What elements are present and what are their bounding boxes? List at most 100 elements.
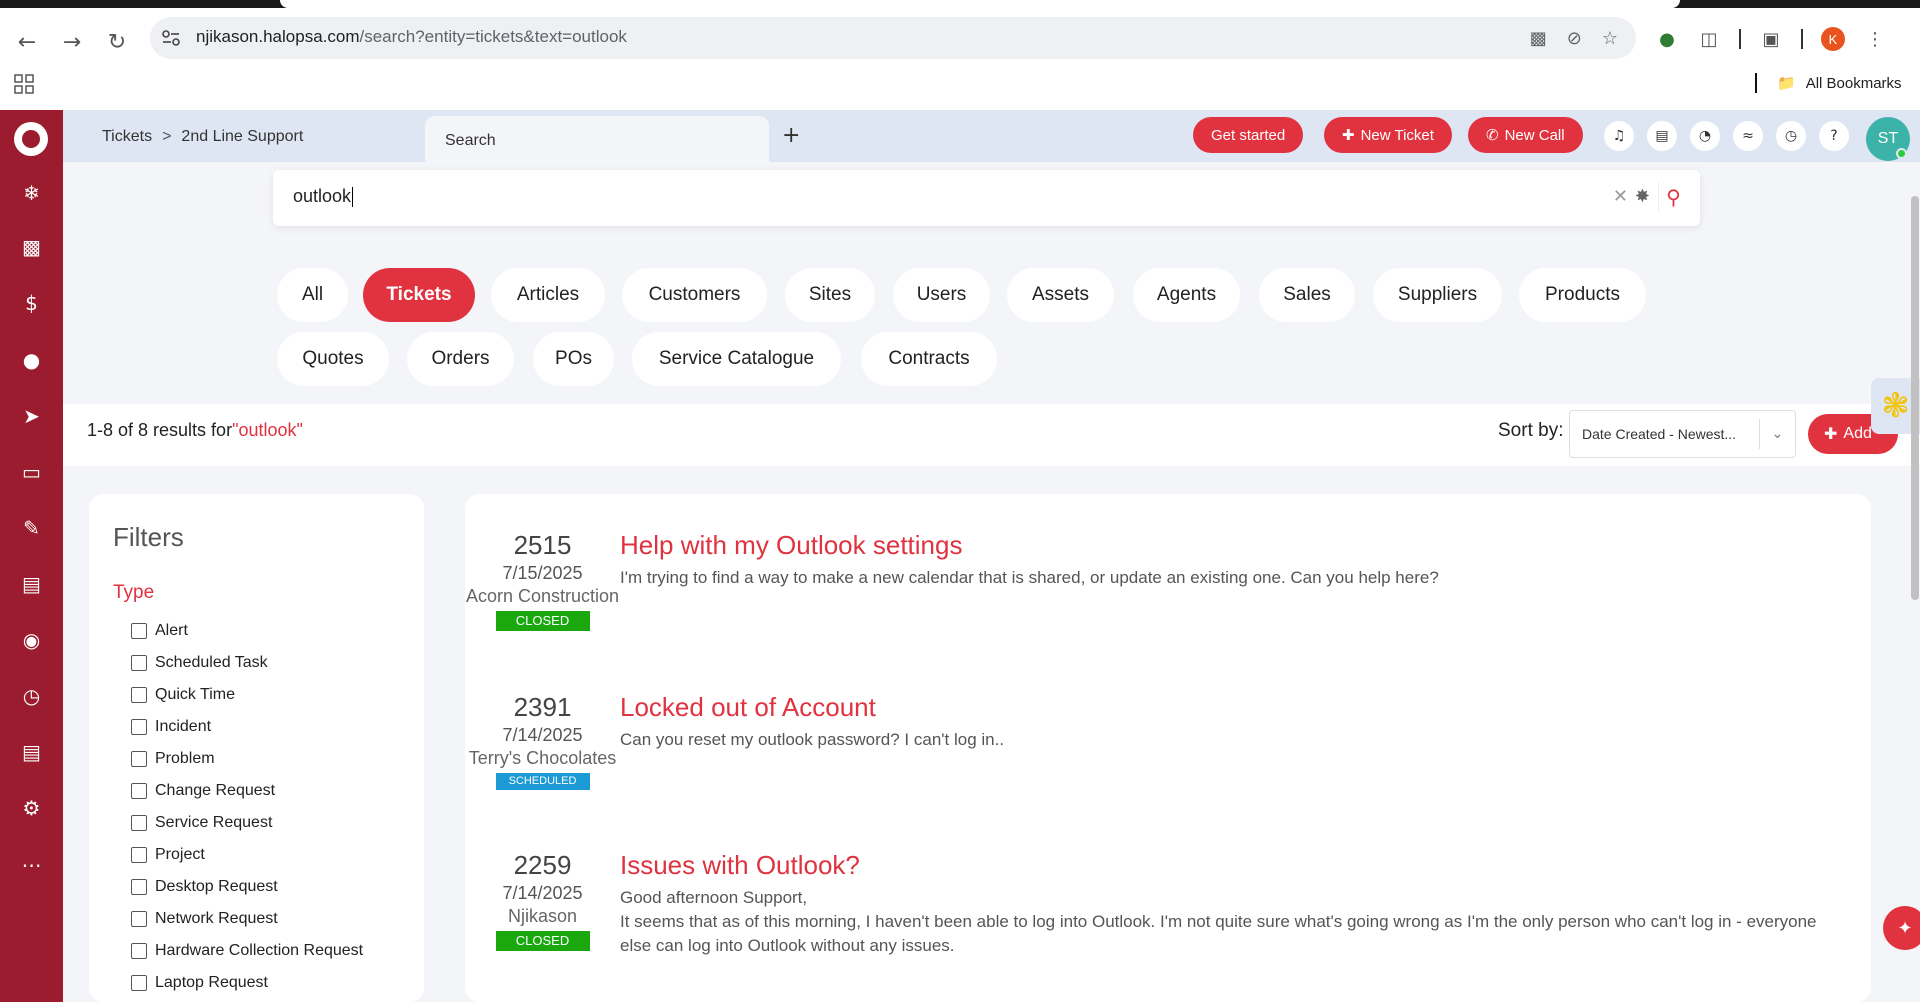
rss-icon[interactable]: ≈ bbox=[1733, 121, 1763, 151]
extensions-puzzle-icon[interactable]: ◫ bbox=[1697, 27, 1721, 51]
checkbox[interactable] bbox=[131, 687, 147, 703]
filter-option[interactable]: Alert bbox=[131, 622, 188, 640]
new-tab-plus-icon[interactable]: + bbox=[782, 123, 800, 148]
history-clock-icon[interactable]: ◷ bbox=[1776, 121, 1806, 151]
checkbox[interactable] bbox=[131, 943, 147, 959]
ticket-title-link[interactable]: Help with my Outlook settings bbox=[620, 530, 962, 561]
document-nav-icon[interactable]: ▤ bbox=[0, 564, 63, 604]
chip-assets[interactable]: Assets bbox=[1007, 268, 1114, 322]
clock-nav-icon[interactable]: ◷ bbox=[0, 676, 63, 716]
back-icon[interactable]: ← bbox=[11, 26, 43, 58]
chip-products[interactable]: Products bbox=[1519, 268, 1646, 322]
app-nav-rail: ❄ ▩ $ ● ➤ ▭ ✎ ▤ ◉ ◷ ▤ ⚙ ⋯ bbox=[0, 110, 63, 1002]
filter-option[interactable]: Project bbox=[131, 846, 205, 864]
extension-green-icon[interactable]: ● bbox=[1655, 27, 1679, 51]
ticket-title-link[interactable]: Issues with Outlook? bbox=[620, 850, 860, 881]
clipboard-icon[interactable]: ▤ bbox=[1647, 121, 1677, 151]
chip-service-catalogue[interactable]: Service Catalogue bbox=[632, 332, 841, 386]
checkbox[interactable] bbox=[131, 975, 147, 991]
checkbox[interactable] bbox=[131, 815, 147, 831]
chip-users[interactable]: Users bbox=[893, 268, 990, 322]
chip-agents[interactable]: Agents bbox=[1133, 268, 1240, 322]
reload-icon[interactable]: ↻ bbox=[101, 26, 133, 58]
breadcrumb-2nd-line-support[interactable]: 2nd Line Support bbox=[181, 128, 303, 145]
tab-search-icon[interactable]: ▣ bbox=[1759, 27, 1783, 51]
bell-icon[interactable]: ♫ bbox=[1604, 121, 1634, 151]
checkbox[interactable] bbox=[131, 783, 147, 799]
chip-suppliers[interactable]: Suppliers bbox=[1373, 268, 1502, 322]
settings-nav-icon[interactable]: ⚙ bbox=[0, 788, 63, 828]
ticket-title-link[interactable]: Locked out of Account bbox=[620, 692, 876, 723]
dollar-nav-icon[interactable]: $ bbox=[0, 283, 63, 323]
chip-sales[interactable]: Sales bbox=[1259, 268, 1355, 322]
tracking-protection-icon[interactable]: ⊘ bbox=[1567, 28, 1582, 49]
bookmark-star-icon[interactable]: ☆ bbox=[1602, 28, 1618, 49]
sort-dropdown[interactable]: Date Created - Newest... ⌄ bbox=[1569, 410, 1796, 458]
more-nav-icon[interactable]: ⋯ bbox=[0, 845, 63, 885]
laptop-nav-icon[interactable]: ▭ bbox=[0, 452, 63, 492]
tickets-nav-icon[interactable]: ❄ bbox=[0, 173, 63, 213]
chip-articles[interactable]: Articles bbox=[491, 268, 605, 322]
report-nav-icon[interactable]: ▤ bbox=[0, 732, 63, 772]
chip-sites[interactable]: Sites bbox=[785, 268, 875, 322]
checkbox[interactable] bbox=[131, 911, 147, 927]
get-started-button[interactable]: Get started bbox=[1193, 117, 1304, 153]
breadcrumb-tickets[interactable]: Tickets bbox=[102, 128, 152, 145]
filter-option[interactable]: Desktop Request bbox=[131, 878, 278, 896]
address-bar[interactable]: njikason.halopsa.com/search?entity=ticke… bbox=[150, 17, 1636, 59]
results-list: 2515 7/15/2025 Acorn Construction CLOSED… bbox=[465, 494, 1871, 1002]
filter-option[interactable]: Network Request bbox=[131, 910, 278, 928]
forward-icon[interactable]: → bbox=[56, 26, 88, 58]
checkbox[interactable] bbox=[131, 655, 147, 671]
apps-grid-icon[interactable] bbox=[14, 74, 34, 94]
profile-avatar[interactable]: K bbox=[1821, 27, 1845, 51]
ticket-id: 2515 bbox=[513, 530, 572, 560]
new-call-button[interactable]: ✆ New Call bbox=[1468, 117, 1583, 153]
halo-logo[interactable] bbox=[14, 122, 48, 156]
speedometer-icon[interactable]: ◔ bbox=[1690, 121, 1720, 151]
money-bag-nav-icon[interactable]: ◉ bbox=[0, 620, 63, 660]
filter-option[interactable]: Laptop Request bbox=[131, 974, 268, 992]
filter-option[interactable]: Change Request bbox=[131, 782, 275, 800]
filter-option[interactable]: Problem bbox=[131, 750, 215, 768]
help-icon[interactable]: ? bbox=[1819, 121, 1849, 151]
chevron-down-icon[interactable]: ⌄ bbox=[1759, 419, 1795, 449]
status-badge: CLOSED bbox=[495, 931, 590, 951]
filter-option[interactable]: Incident bbox=[131, 718, 211, 736]
checkbox[interactable] bbox=[131, 751, 147, 767]
scrollbar-thumb[interactable] bbox=[1911, 196, 1919, 600]
checkbox[interactable] bbox=[131, 719, 147, 735]
chip-orders[interactable]: Orders bbox=[407, 332, 514, 386]
menu-kebab-icon[interactable]: ⋮ bbox=[1863, 27, 1887, 51]
chip-all[interactable]: All bbox=[277, 268, 348, 322]
edit-nav-icon[interactable]: ✎ bbox=[0, 508, 63, 548]
chip-quotes[interactable]: Quotes bbox=[277, 332, 389, 386]
tab-search[interactable]: Search bbox=[425, 116, 769, 162]
user-nav-icon[interactable]: ● bbox=[0, 340, 63, 380]
ai-assist-icon[interactable]: ✸ bbox=[1635, 186, 1650, 207]
briefcase-nav-icon[interactable]: ▩ bbox=[0, 227, 63, 267]
page-scrollbar[interactable] bbox=[1908, 196, 1920, 1002]
clear-search-icon[interactable]: ✕ bbox=[1613, 186, 1628, 207]
install-app-icon[interactable]: ▩ bbox=[1530, 28, 1547, 49]
new-ticket-button[interactable]: ✚ New Ticket bbox=[1324, 117, 1452, 153]
all-bookmarks[interactable]: 📁 All Bookmarks bbox=[1755, 73, 1902, 93]
search-icon[interactable]: ⚲ bbox=[1658, 182, 1688, 212]
filter-option[interactable]: Service Request bbox=[131, 814, 272, 832]
new-ticket-label: New Ticket bbox=[1360, 126, 1434, 144]
folder-icon: 📁 bbox=[1777, 75, 1796, 92]
chip-contracts[interactable]: Contracts bbox=[861, 332, 997, 386]
filter-option[interactable]: Quick Time bbox=[131, 686, 235, 704]
checkbox[interactable] bbox=[131, 879, 147, 895]
chip-pos[interactable]: POs bbox=[533, 332, 614, 386]
filter-section-type[interactable]: Type bbox=[113, 582, 154, 604]
chip-tickets[interactable]: Tickets bbox=[363, 268, 475, 322]
checkbox[interactable] bbox=[131, 847, 147, 863]
filter-option[interactable]: Scheduled Task bbox=[131, 654, 268, 672]
search-input[interactable]: outlook bbox=[293, 186, 353, 207]
checkbox[interactable] bbox=[131, 623, 147, 639]
site-settings-icon[interactable] bbox=[160, 27, 182, 49]
chip-customers[interactable]: Customers bbox=[622, 268, 767, 322]
filter-option[interactable]: Hardware Collection Request bbox=[131, 942, 363, 960]
megaphone-nav-icon[interactable]: ➤ bbox=[0, 396, 63, 436]
